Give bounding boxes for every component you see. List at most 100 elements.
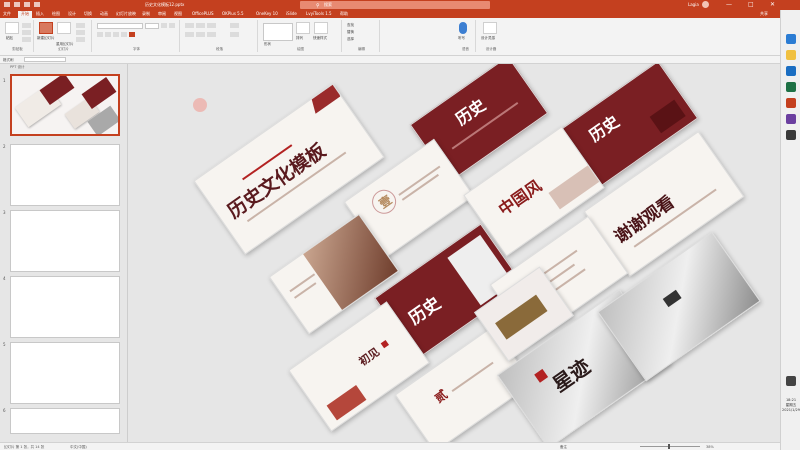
slide-thumb-6[interactable] [10,408,120,434]
tab-okplus[interactable]: OKPlus 5.5 [222,11,244,16]
redo-icon[interactable] [24,2,30,7]
align-text-icon[interactable] [230,32,239,37]
tab-record[interactable]: 录制 [142,11,150,17]
first-sight-text: 初见 [356,345,383,369]
text-direction-icon[interactable] [230,23,239,28]
zoom-slider[interactable] [640,444,700,449]
shrink-font-icon[interactable] [169,23,175,28]
palace-image [548,164,601,210]
share-button[interactable]: 共享 [760,11,768,17]
tray-icon[interactable] [786,376,796,386]
italic-icon[interactable] [105,32,111,37]
align-center-icon[interactable] [196,32,205,37]
language[interactable]: 中文(中国) [70,445,87,450]
reset-icon[interactable] [76,30,85,35]
indent-icon[interactable] [207,23,216,28]
paste-button[interactable] [5,22,19,34]
copy-icon[interactable] [22,30,31,35]
close-button[interactable]: ✕ [770,1,775,8]
replace-button[interactable]: 替换 [347,30,354,35]
cursor-highlight [193,98,207,112]
slide-thumb-2[interactable] [10,144,120,206]
reuse-slides-button[interactable] [57,22,71,34]
format-strip-input[interactable] [24,57,66,62]
slide-thumb-5[interactable] [10,342,120,404]
slide-thumb-4[interactable] [10,276,120,338]
ribbon-tabs: 文件 开始 插入 绘图 设计 切换 动画 幻灯片放映 录制 审阅 视图 Offi… [0,10,800,18]
bullets-icon[interactable] [185,23,194,28]
maximize-button[interactable]: □ [748,1,754,8]
tab-lvyitools[interactable]: LvyiTools 1.5 [306,11,332,16]
designer-label: 设计灵感 [481,36,495,40]
user-name[interactable]: Lagia [688,2,699,7]
designer-button[interactable] [483,22,497,34]
zoom-level[interactable]: 38% [706,445,714,449]
app-icon[interactable] [786,130,796,140]
slide-canvas[interactable]: 历史文化模板 历史 历史 壹 中国风 谢谢观看 历史 初见 贰 星迹 [129,64,780,442]
select-button[interactable]: 选择 [347,37,354,42]
customize-icon[interactable] [34,2,40,7]
tab-animations[interactable]: 动画 [100,11,108,17]
layout-icon[interactable] [76,23,85,28]
save-icon[interactable] [4,2,10,7]
tab-help[interactable]: 帮助 [340,11,348,17]
minimize-button[interactable]: — [726,1,732,8]
tab-islide[interactable]: iSlide [286,11,297,16]
font-color-icon[interactable] [129,32,135,37]
tab-design[interactable]: 设计 [68,11,76,17]
word-icon[interactable] [786,66,796,76]
onenote-icon[interactable] [786,114,796,124]
new-slide-button[interactable] [39,22,53,34]
group-label: 绘图 [297,47,304,51]
font-size-select[interactable] [145,23,159,29]
roof-image [495,294,548,340]
strikethrough-icon[interactable] [121,32,127,37]
slide-thumb-1[interactable] [10,74,120,136]
format-painter-icon[interactable] [22,37,31,42]
slide-thumbnail-panel[interactable]: PPT 设计 1 2 3 4 5 6 [0,64,128,442]
tab-review[interactable]: 审阅 [158,11,166,17]
underline-icon[interactable] [113,32,119,37]
new-slide-label: 新建幻灯片 [37,36,55,40]
find-button[interactable]: 查找 [347,23,354,28]
grow-font-icon[interactable] [161,23,167,28]
clock[interactable]: 18:21 星期五 2021/1/29 [782,398,800,413]
search-box[interactable]: ⚲ 搜索 [300,1,490,9]
quick-styles-button[interactable] [314,22,328,34]
tab-home[interactable]: 开始 [18,11,32,18]
tab-slideshow[interactable]: 幻灯片放映 [116,11,136,17]
slide-number: 6 [3,408,6,413]
align-left-icon[interactable] [185,32,194,37]
tab-draw[interactable]: 绘图 [52,11,60,17]
dictate-icon[interactable] [459,22,467,34]
zoom-thumb[interactable] [668,444,670,449]
format-strip-label: 格式刷 [3,58,14,62]
powerpoint-icon[interactable] [786,98,796,108]
undo-icon[interactable] [14,2,20,7]
tab-transitions[interactable]: 切换 [84,11,92,17]
numbering-icon[interactable] [196,23,205,28]
edge-icon[interactable] [786,34,796,44]
bold-icon[interactable] [97,32,103,37]
tab-officeplus[interactable]: OfficePLUS [192,11,214,16]
avatar[interactable] [702,1,709,8]
group-label: 语音 [462,47,469,51]
cut-icon[interactable] [22,23,31,28]
excel-icon[interactable] [786,82,796,92]
align-right-icon[interactable] [207,32,216,37]
tab-view[interactable]: 视图 [174,11,182,17]
font-family-select[interactable] [97,23,143,29]
text-line [451,361,494,393]
section-icon[interactable] [76,37,85,42]
shapes-gallery[interactable] [263,23,293,41]
search-icon: ⚲ [316,3,320,9]
slide-thumb-3[interactable] [10,210,120,272]
seal-stamp [380,339,390,349]
tab-onekey[interactable]: OneKey 10 [256,11,278,16]
folder-icon[interactable] [786,50,796,60]
tab-insert[interactable]: 插入 [36,11,44,17]
notes-button[interactable]: 备注 [560,445,567,450]
tab-file[interactable]: 文件 [3,11,11,17]
arrange-button[interactable] [296,22,310,34]
format-strip: 格式刷 [0,56,800,64]
